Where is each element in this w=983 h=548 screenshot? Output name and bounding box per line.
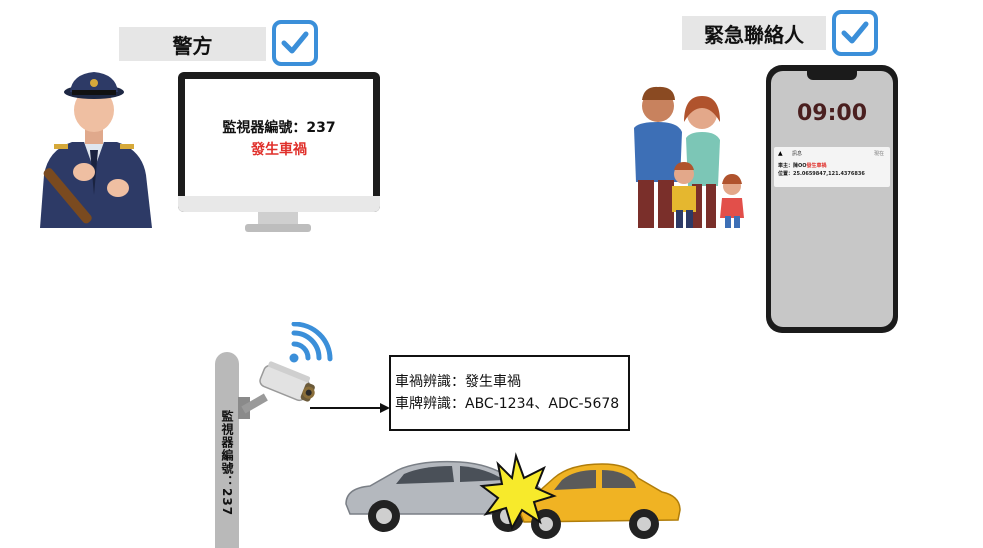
plate-recognition-text: 車牌辨識：ABC-1234、ADC-5678 — [395, 396, 620, 412]
police-officer-icon — [40, 72, 152, 228]
monitor-alert-text: 發生車禍 — [251, 142, 307, 158]
checkmark-icon — [841, 21, 869, 44]
monitor-chin — [178, 196, 380, 212]
phone-screen: 09:00 ▲ 訊息 現在 車主：陳OO發生車禍 位置：25.0659847,1… — [771, 71, 893, 327]
emergency-contact-checkbox[interactable] — [832, 10, 878, 56]
emergency-contact-label-text: 緊急聯絡人 — [704, 22, 804, 47]
notification-alert: 發生車禍 — [806, 163, 827, 169]
car-crash-icon — [345, 452, 681, 539]
notification-app-name: 訊息 — [792, 151, 803, 157]
notification-line2: 位置：25.0659847,121.4376836 — [778, 171, 865, 177]
arrow-icon — [310, 403, 390, 413]
pole-monitor-id: 監視器編號：237 — [220, 410, 234, 517]
police-checkbox[interactable] — [272, 20, 318, 66]
recognition-box: 車禍辨識：發生車禍 車牌辨識：ABC-1234、ADC-5678 — [389, 355, 630, 431]
phone: 09:00 ▲ 訊息 現在 車主：陳OO發生車禍 位置：25.0659847,1… — [766, 65, 898, 333]
monitor-screen: 監視器編號：237 發生車禍 — [185, 79, 373, 197]
police-label: 警方 — [119, 27, 266, 61]
notification-owner: 車主：陳OO — [778, 163, 807, 169]
monitor-base — [245, 224, 311, 232]
phone-notch — [807, 71, 857, 80]
phone-notification[interactable]: ▲ 訊息 現在 車主：陳OO發生車禍 位置：25.0659847,121.437… — [774, 147, 890, 187]
accident-recognition-text: 車禍辨識：發生車禍 — [395, 374, 521, 390]
police-monitor: 監視器編號：237 發生車禍 — [178, 72, 380, 212]
monitor-id-text: 監視器編號：237 — [222, 120, 336, 136]
emergency-contact-label: 緊急聯絡人 — [682, 16, 826, 50]
notification-line1: 車主：陳OO發生車禍 — [778, 162, 827, 169]
notification-bell-icon: ▲ — [778, 150, 783, 157]
family-icon — [634, 86, 744, 228]
wifi-icon — [289, 322, 333, 363]
police-label-text: 警方 — [172, 33, 213, 58]
phone-time: 09:00 — [796, 101, 868, 126]
checkmark-icon — [281, 31, 309, 54]
notification-time: 現在 — [873, 151, 884, 157]
